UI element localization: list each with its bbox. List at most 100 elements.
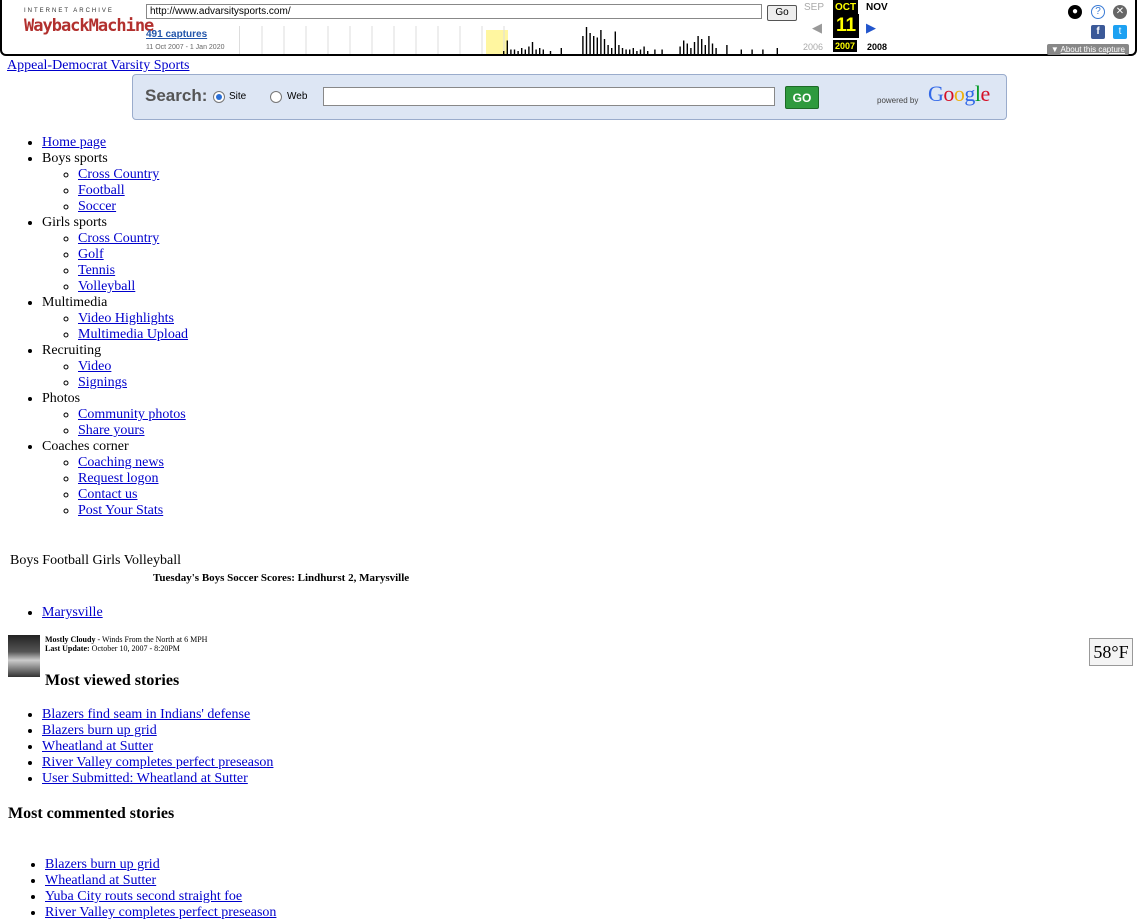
nav-subitem: Tennis — [78, 263, 188, 279]
nav-item: RecruitingVideoSignings — [42, 343, 188, 391]
update-line: Last Update: October 10, 2007 - 8:20PM — [45, 644, 207, 653]
nav-sublink[interactable]: Cross Country — [78, 167, 159, 182]
nav-sublink[interactable]: Video — [78, 359, 111, 374]
nav-item: Coaches cornerCoaching newsRequest logon… — [42, 439, 188, 519]
story-link[interactable]: Wheatland at Sutter — [45, 873, 156, 888]
nav-label[interactable]: Home page — [42, 135, 106, 150]
story-link[interactable]: Blazers burn up grid — [45, 857, 160, 872]
story-link[interactable]: Blazers burn up grid — [42, 723, 157, 738]
nav-sublink[interactable]: Tennis — [78, 263, 115, 278]
nav-label: Multimedia — [42, 295, 108, 310]
most-commented-list: Blazers burn up gridWheatland at SutterY… — [0, 857, 276, 921]
capture-bar — [593, 36, 595, 54]
nav-sublink[interactable]: Post Your Stats — [78, 503, 163, 518]
capture-bar — [589, 33, 591, 54]
sport-tabs[interactable]: Boys Football Girls Volleyball — [10, 553, 181, 569]
capture-bar — [549, 51, 552, 54]
capture-bar — [679, 46, 681, 54]
search-input[interactable] — [323, 87, 775, 106]
list-item: User Submitted: Wheatland at Sutter — [42, 771, 273, 787]
most-viewed-list: Blazers find seam in Indians' defenseBla… — [0, 707, 273, 787]
list-item: Yuba City routs second straight foe — [45, 889, 276, 905]
nav-subitem: Cross Country — [78, 167, 188, 183]
wayback-toolbar: INTERNET ARCHIVE WaybackMachine http://w… — [0, 0, 1137, 56]
capture-bar — [715, 48, 717, 54]
capture-bar — [701, 39, 703, 54]
capture-bar — [776, 48, 778, 54]
search-go-button[interactable]: GO — [785, 86, 819, 109]
story-link[interactable]: River Valley completes perfect preseason — [45, 905, 276, 920]
nav-sublink[interactable]: Share yours — [78, 423, 145, 438]
story-link[interactable]: Wheatland at Sutter — [42, 739, 153, 754]
capture-bar — [513, 49, 516, 54]
nav-subitem: Coaching news — [78, 455, 188, 471]
story-link[interactable]: Blazers find seam in Indians' defense — [42, 707, 250, 722]
capture-bar — [596, 37, 598, 54]
capture-bar — [636, 51, 638, 54]
twitter-icon[interactable]: t — [1113, 25, 1127, 39]
prev-year[interactable]: 2006 — [803, 42, 823, 52]
story-link[interactable]: River Valley completes perfect preseason — [42, 755, 273, 770]
site-banner-link[interactable]: Appeal-Democrat Varsity Sports — [7, 58, 189, 74]
search-label: Search: — [145, 86, 208, 105]
nav-sublink[interactable]: Coaching news — [78, 455, 164, 470]
site-radio[interactable] — [213, 91, 225, 103]
next-month[interactable]: NOV — [866, 2, 888, 13]
web-radio[interactable] — [270, 91, 282, 103]
capture-day: 11 — [833, 14, 859, 38]
most-commented-heading: Most commented stories — [8, 805, 175, 822]
list-item: Blazers find seam in Indians' defense — [42, 707, 273, 723]
nav-label: Girls sports — [42, 215, 107, 230]
wayback-logo[interactable]: INTERNET ARCHIVE WaybackMachine — [24, 8, 154, 36]
close-icon[interactable]: ✕ — [1113, 5, 1127, 19]
capture-bar — [661, 49, 663, 54]
story-link[interactable]: User Submitted: Wheatland at Sutter — [42, 771, 248, 786]
nav-subitem: Video Highlights — [78, 311, 188, 327]
prev-month[interactable]: SEP — [804, 2, 824, 13]
nav-sublink[interactable]: Multimedia Upload — [78, 327, 188, 342]
nav-sublink[interactable]: Community photos — [78, 407, 186, 422]
nav-label: Boys sports — [42, 151, 108, 166]
list-item: Marysville — [42, 605, 103, 621]
nav-sublink[interactable]: Contact us — [78, 487, 138, 502]
nav-sublink[interactable]: Volleyball — [78, 279, 135, 294]
capture-bar — [531, 42, 534, 54]
nav-sublink[interactable]: Cross Country — [78, 231, 159, 246]
nav-subitem: Volleyball — [78, 279, 188, 295]
facebook-icon[interactable]: f — [1091, 25, 1105, 39]
capture-bar — [654, 49, 656, 54]
nav-subitem: Video — [78, 359, 188, 375]
wayback-url-input[interactable]: http://www.advarsitysports.com/ — [146, 4, 762, 19]
nav-sublink[interactable]: Signings — [78, 375, 127, 390]
story-link[interactable]: Yuba City routs second straight foe — [45, 889, 242, 904]
city-link[interactable]: Marysville — [42, 605, 103, 620]
weather-info: Mostly Cloudy - Winds From the North at … — [45, 635, 207, 653]
user-icon[interactable]: ● — [1068, 5, 1082, 19]
next-arrow-icon[interactable]: ▶ — [866, 20, 876, 36]
about-capture-button[interactable]: ▼ About this capture — [1046, 44, 1129, 55]
capture-bar — [704, 45, 706, 54]
dropdown-icon: ▼ — [1050, 45, 1059, 54]
capture-range: 11 Oct 2007 - 1 Jan 2020 — [146, 44, 225, 51]
about-capture-label: About this capture — [1060, 45, 1125, 54]
capture-bar — [621, 48, 624, 54]
capture-bar — [697, 36, 699, 54]
nav-subitem: Community photos — [78, 407, 188, 423]
nav-sublink[interactable]: Request logon — [78, 471, 159, 486]
captures-link[interactable]: 491 captures — [146, 29, 207, 40]
capture-bar — [611, 48, 613, 54]
nav-sublink[interactable]: Golf — [78, 247, 104, 262]
nav-sublink[interactable]: Football — [78, 183, 125, 198]
ticker-headline[interactable]: Tuesday's Boys Soccer Scores: Lindhurst … — [153, 572, 448, 584]
nav-submenu: Coaching newsRequest logonContact usPost… — [42, 455, 188, 519]
prev-arrow-icon[interactable]: ◀ — [812, 20, 822, 36]
nav-subitem: Golf — [78, 247, 188, 263]
capture-sparkline[interactable] — [239, 26, 788, 54]
nav-sublink[interactable]: Soccer — [78, 199, 116, 214]
google-logo: Google — [928, 81, 990, 106]
wayback-go-button[interactable]: Go — [767, 5, 797, 21]
main-nav: Home pageBoys sportsCross CountryFootbal… — [0, 135, 188, 519]
help-icon[interactable]: ? — [1091, 5, 1105, 19]
next-year[interactable]: 2008 — [867, 42, 887, 52]
nav-sublink[interactable]: Video Highlights — [78, 311, 174, 326]
